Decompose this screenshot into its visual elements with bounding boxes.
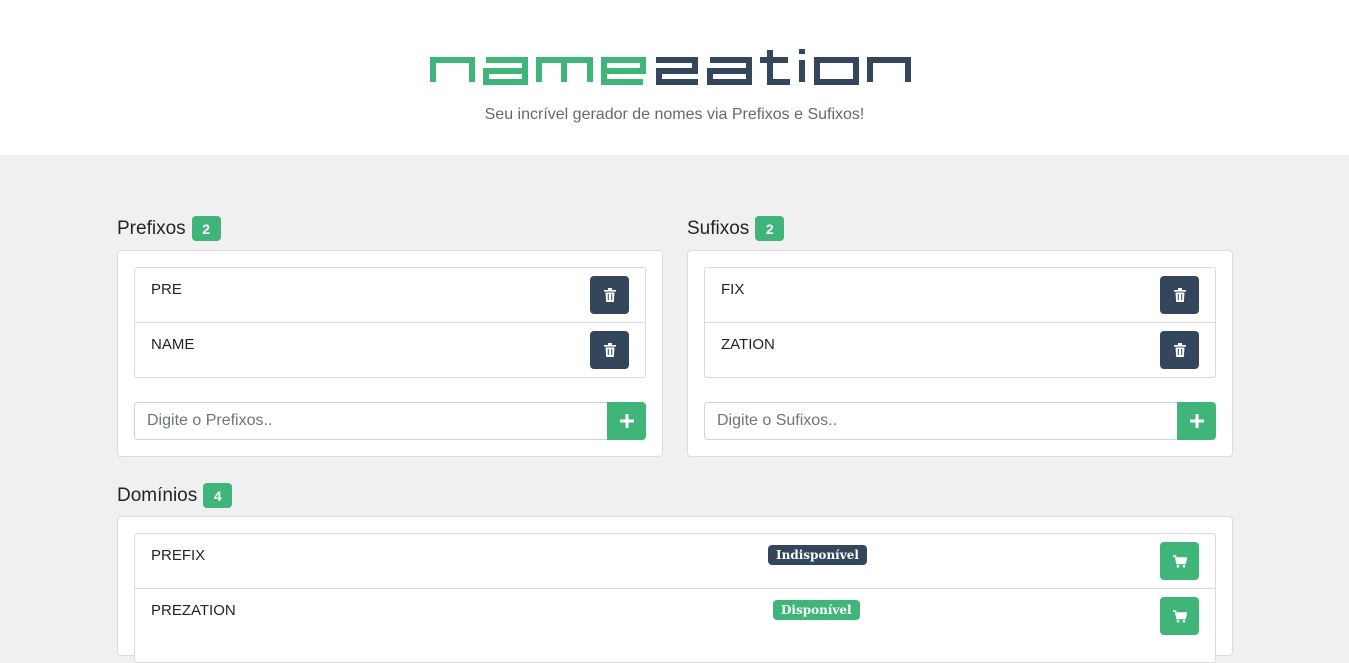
add-suffix-button[interactable] [1177,402,1216,440]
sufixos-count-badge: 2 [755,216,785,241]
tagline: Seu incrível gerador de nomes via Prefix… [484,106,865,123]
dominios-card: PREFIX Indisponível PREZATION Disponível [117,516,1233,663]
list-item: ZATION [705,323,1215,378]
trash-icon [1173,288,1186,302]
prefixos-count-badge: 2 [191,216,221,241]
suffix-item-label: ZATION [721,336,775,353]
suffix-input[interactable] [704,402,1178,440]
sufixos-title: Sufixos [687,217,750,239]
dominios-heading: Domínios 4 [117,483,233,508]
prefixos-card: PRE NAME [117,250,663,457]
delete-prefix-button[interactable] [590,276,629,314]
prefixos-list: PRE NAME [134,267,646,378]
sufixos-heading: Sufixos 2 [687,216,785,241]
page-header: Seu incrível gerador de nomes via Prefix… [0,0,1349,155]
domain-item-label: PREFIX [151,547,206,564]
dominios-count-badge: 4 [203,483,233,508]
list-item: PREFIX Indisponível [135,534,1215,589]
prefixos-title: Prefixos [117,217,186,239]
trash-icon [603,288,616,302]
cart-icon [1172,609,1187,623]
prefixos-input-group [134,402,646,440]
domain-item-label: PREZATION [151,602,236,619]
plus-icon [619,414,634,428]
trash-icon [603,343,616,357]
status-badge: Disponível [773,600,860,620]
delete-prefix-button[interactable] [590,331,629,369]
prefix-item-label: NAME [151,336,195,353]
list-item: PRE [135,268,645,323]
trash-icon [1173,343,1186,357]
buy-domain-button[interactable] [1160,542,1199,580]
cart-icon [1172,554,1187,568]
plus-icon [1189,414,1204,428]
prefix-input[interactable] [134,402,608,440]
prefix-item-label: PRE [151,281,182,298]
dominios-list: PREFIX Indisponível PREZATION Disponível [134,533,1216,663]
sufixos-input-group [704,402,1216,440]
sufixos-card: FIX ZATION [687,250,1233,457]
dominios-title: Domínios [117,484,198,506]
buy-domain-button[interactable] [1160,597,1199,635]
prefixos-heading: Prefixos 2 [117,216,221,241]
list-item: FIX [705,268,1215,323]
status-badge: Indisponível [768,545,867,565]
add-prefix-button[interactable] [607,402,646,440]
suffix-item-label: FIX [721,281,745,298]
delete-suffix-button[interactable] [1160,276,1199,314]
list-item: NAME [135,323,645,378]
sufixos-list: FIX ZATION [704,267,1216,378]
namezation-logo [430,49,911,85]
delete-suffix-button[interactable] [1160,331,1199,369]
list-item: PREZATION Disponível [135,589,1215,644]
